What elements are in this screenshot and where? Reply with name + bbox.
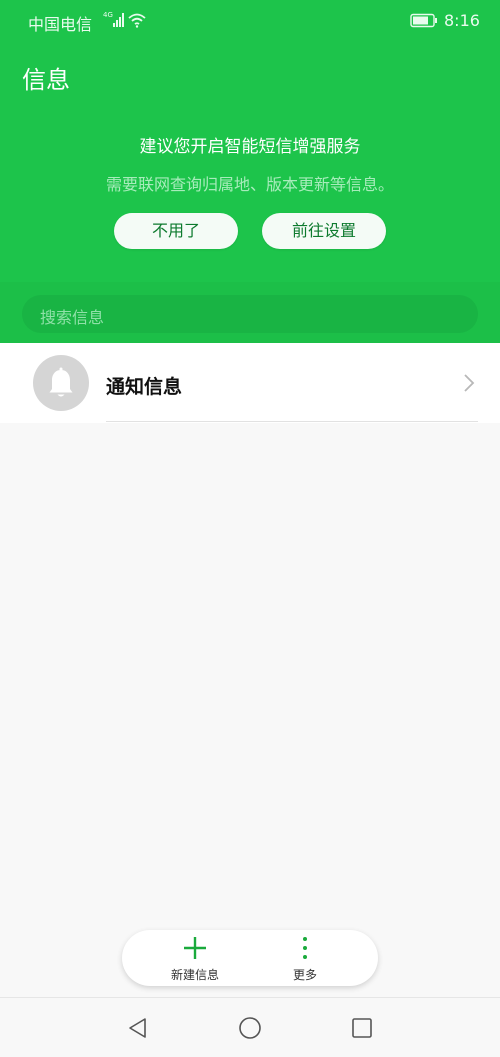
clock-label: 8:16 — [444, 11, 480, 30]
new-message-label: 新建信息 — [170, 968, 219, 982]
signal-icon: 4G — [103, 11, 124, 27]
divider — [106, 421, 478, 422]
more-vertical-icon — [303, 937, 307, 959]
promo-title: 建议您开启智能短信增强服务 — [139, 137, 361, 157]
search-box[interactable]: 搜索信息 — [22, 295, 478, 333]
battery-icon — [410, 13, 437, 28]
bottom-action-bar: 新建信息 更多 — [122, 930, 378, 986]
new-message-button[interactable]: 新建信息 — [140, 930, 250, 986]
avatar — [33, 355, 89, 411]
back-icon[interactable] — [127, 1017, 149, 1039]
promo-subtitle: 需要联网查询归属地、版本更新等信息。 — [105, 175, 394, 194]
wifi-icon — [128, 13, 146, 28]
network-type-label: 4G — [103, 11, 113, 19]
carrier-label: 中国电信 — [28, 15, 93, 34]
more-button[interactable]: 更多 — [250, 930, 360, 986]
recent-apps-icon[interactable] — [351, 1017, 373, 1039]
conversation-title: 通知信息 — [106, 376, 183, 398]
page-title: 信息 — [22, 66, 70, 94]
home-icon[interactable] — [238, 1016, 262, 1040]
more-label: 更多 — [292, 968, 317, 982]
go-to-settings-button[interactable]: 前往设置 — [262, 213, 386, 249]
chevron-right-icon — [464, 374, 475, 392]
system-navigation-bar — [0, 997, 500, 1057]
decline-button[interactable]: 不用了 — [114, 213, 238, 249]
plus-icon — [184, 937, 206, 959]
status-bar: 中国电信 4G 8:16 — [0, 0, 500, 42]
bell-icon — [49, 367, 73, 397]
search-input[interactable]: 搜索信息 — [40, 304, 104, 328]
